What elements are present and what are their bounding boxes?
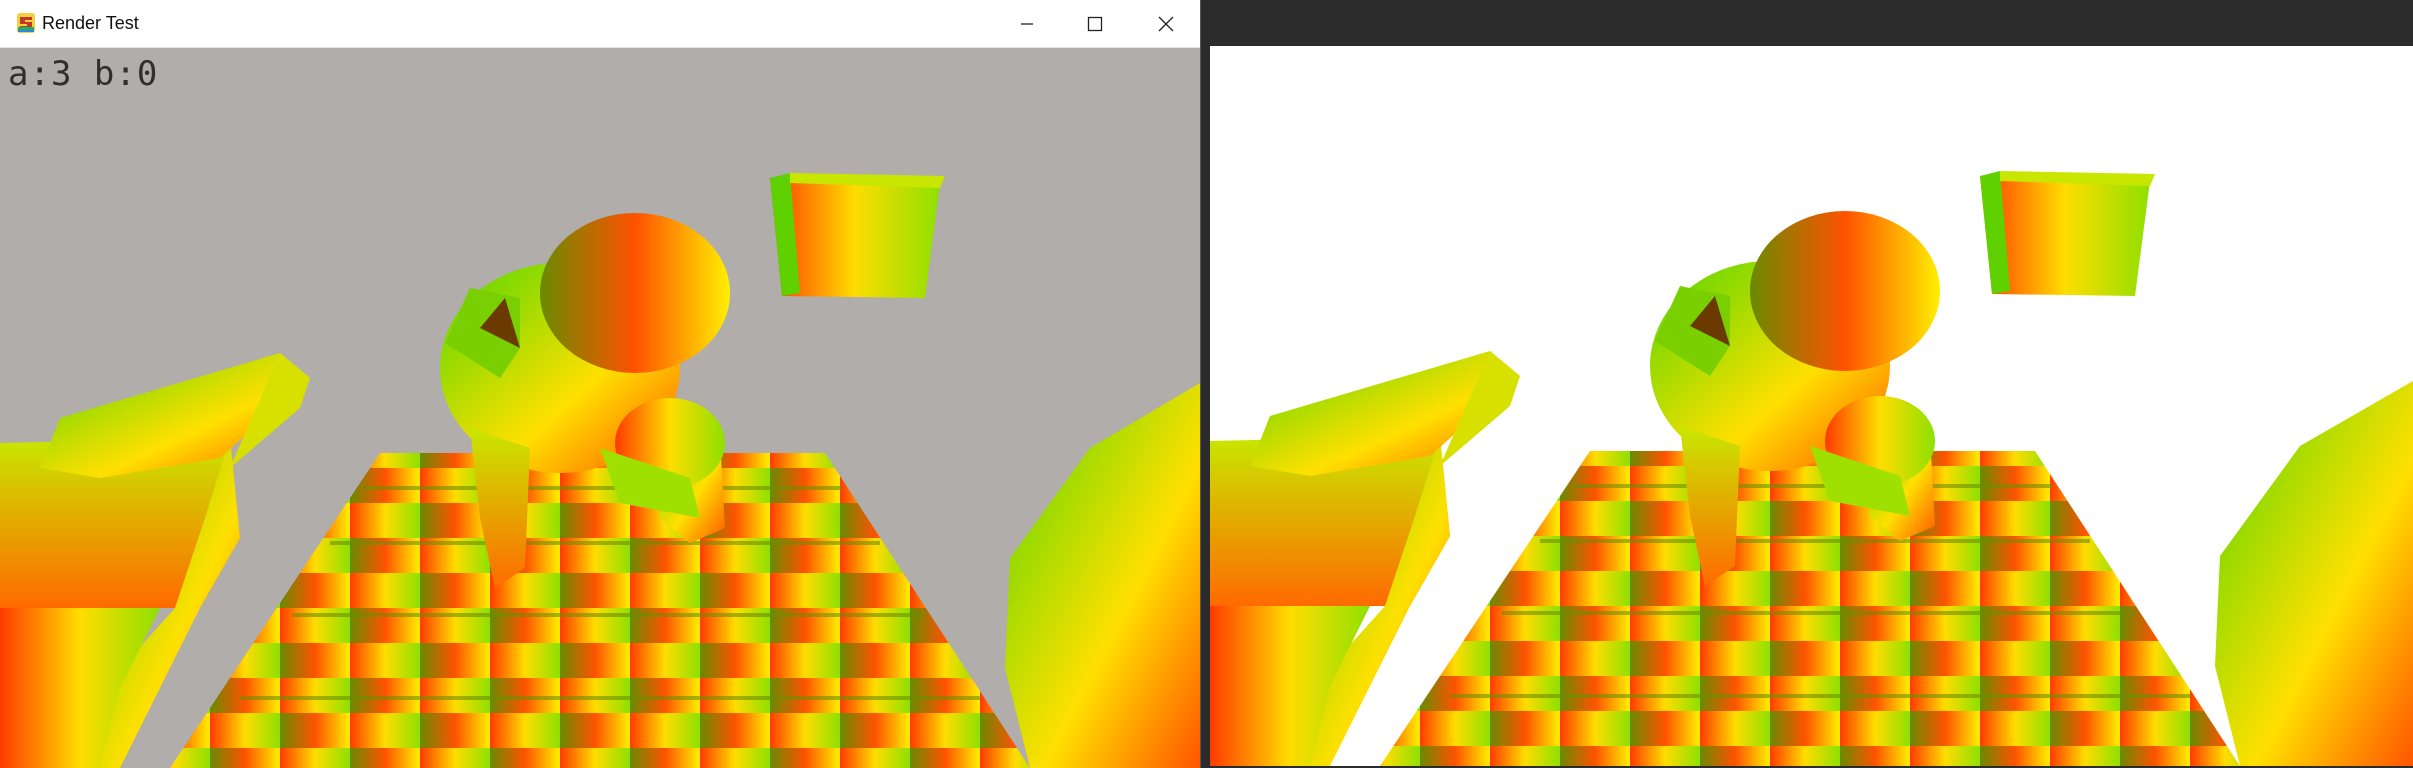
scene-render-left: [0, 173, 1200, 768]
window-title: Render Test: [42, 13, 139, 33]
render-viewport-right[interactable]: [1210, 46, 2413, 766]
minimize-icon: [1021, 22, 1033, 25]
maximize-button[interactable]: [1061, 0, 1129, 47]
app-logo-icon: [17, 13, 35, 33]
render-test-window: Render Test a:3 b:0: [0, 0, 1201, 768]
hud-counter: a:3 b:0: [8, 54, 159, 94]
scene-render-right: [1210, 171, 2413, 766]
title-bar[interactable]: Render Test: [0, 0, 1200, 48]
render-viewport-left[interactable]: a:3 b:0: [0, 48, 1200, 768]
secondary-window-frame: [1201, 0, 2413, 46]
close-button[interactable]: [1132, 0, 1200, 47]
close-icon: [1158, 16, 1174, 31]
maximize-icon: [1087, 16, 1103, 31]
minimize-button[interactable]: [993, 0, 1061, 47]
